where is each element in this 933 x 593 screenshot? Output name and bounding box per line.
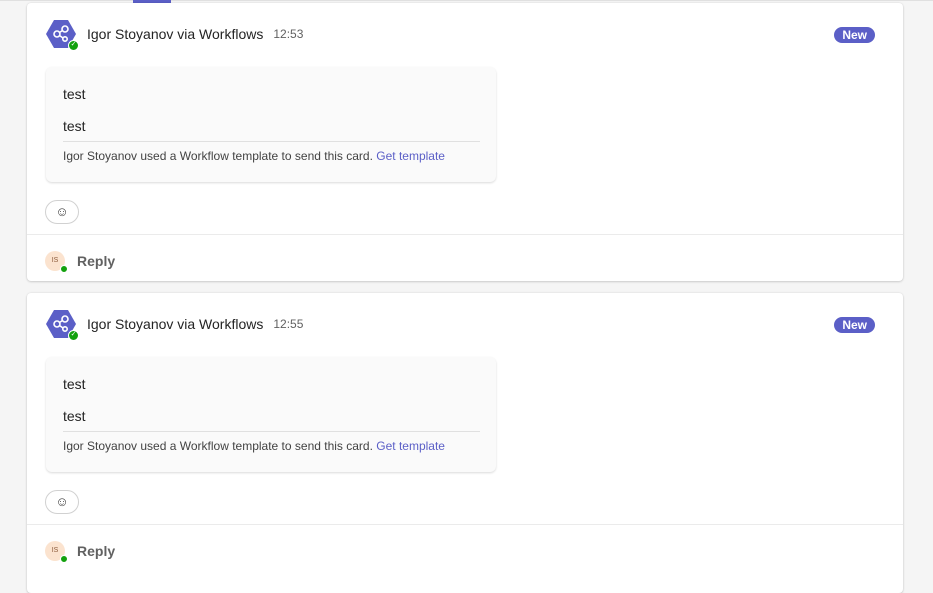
reply-label: Reply xyxy=(77,543,116,559)
card-text: test xyxy=(63,376,86,392)
avatar-initials: IS xyxy=(51,547,59,554)
adaptive-card: test test Igor Stoyanov used a Workflow … xyxy=(46,67,496,182)
card-text: test xyxy=(63,408,86,424)
emoji-add-icon: ☺ xyxy=(55,204,69,219)
presence-available-icon xyxy=(60,265,68,273)
presence-available-icon: ✓ xyxy=(68,40,79,51)
add-reaction-button[interactable]: ☺ xyxy=(45,490,79,514)
get-template-link[interactable]: Get template xyxy=(376,439,445,453)
add-reaction-button[interactable]: ☺ xyxy=(45,200,79,224)
footer-text: Igor Stoyanov used a Workflow template t… xyxy=(63,149,373,163)
card-footer: Igor Stoyanov used a Workflow template t… xyxy=(63,439,445,453)
sender-name[interactable]: Igor Stoyanov via Workflows xyxy=(87,26,263,42)
get-template-link[interactable]: Get template xyxy=(376,149,445,163)
message-header: ✓ Igor Stoyanov via Workflows 12:55 xyxy=(45,308,304,341)
message-header: ✓ Igor Stoyanov via Workflows 12:53 xyxy=(45,18,304,51)
reply-divider xyxy=(27,524,903,525)
card-divider xyxy=(63,431,480,432)
user-avatar: IS xyxy=(45,251,68,273)
card-divider xyxy=(63,141,480,142)
reply-button[interactable]: IS Reply xyxy=(45,251,116,273)
reply-button[interactable]: IS Reply xyxy=(45,541,116,563)
message-time: 12:53 xyxy=(273,27,304,41)
reply-divider xyxy=(27,234,903,235)
workflows-avatar[interactable]: ✓ xyxy=(45,18,79,51)
card-footer: Igor Stoyanov used a Workflow template t… xyxy=(63,149,445,163)
card-text: test xyxy=(63,86,86,102)
presence-available-icon: ✓ xyxy=(68,330,79,341)
message-post: ✓ Igor Stoyanov via Workflows 12:55 New … xyxy=(27,293,903,593)
reply-label: Reply xyxy=(77,253,116,269)
user-avatar: IS xyxy=(45,541,68,563)
message-post: ✓ Igor Stoyanov via Workflows 12:53 New … xyxy=(27,3,903,281)
sender-name[interactable]: Igor Stoyanov via Workflows xyxy=(87,316,263,332)
new-badge: New xyxy=(834,317,875,333)
presence-available-icon xyxy=(60,555,68,563)
emoji-add-icon: ☺ xyxy=(55,494,69,509)
footer-text: Igor Stoyanov used a Workflow template t… xyxy=(63,439,373,453)
workflows-avatar[interactable]: ✓ xyxy=(45,308,79,341)
message-time: 12:55 xyxy=(273,317,304,331)
new-badge: New xyxy=(834,27,875,43)
card-text: test xyxy=(63,118,86,134)
avatar-initials: IS xyxy=(51,257,59,264)
adaptive-card: test test Igor Stoyanov used a Workflow … xyxy=(46,357,496,472)
